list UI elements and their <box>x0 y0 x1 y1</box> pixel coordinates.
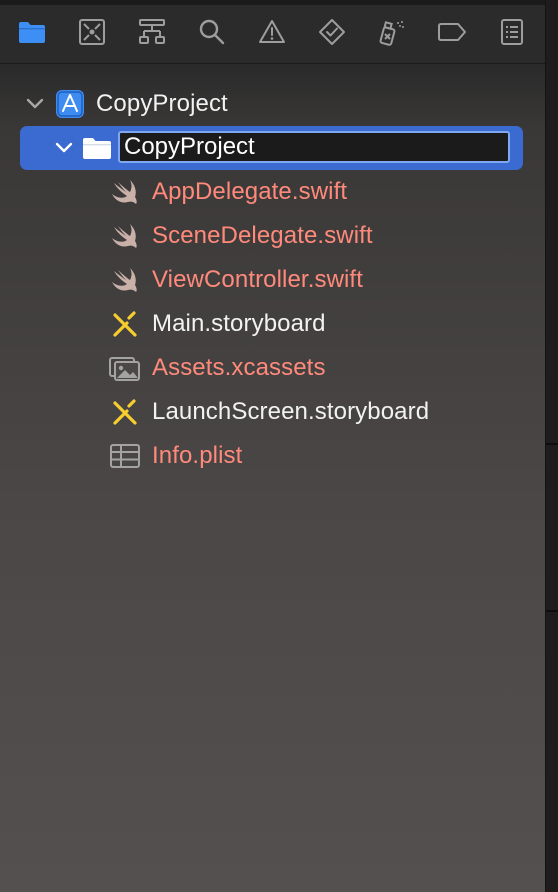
file-label: Main.storyboard <box>152 310 326 337</box>
xcode-project-icon <box>53 89 87 119</box>
file-row[interactable]: LaunchScreen.storyboard <box>0 393 546 431</box>
file-label: Info.plist <box>152 442 243 469</box>
swift-icon <box>109 177 143 207</box>
file-label: SceneDelegate.swift <box>152 222 373 249</box>
file-row[interactable]: Info.plist <box>0 437 546 475</box>
asset-catalog-icon <box>108 353 142 383</box>
file-label: Assets.xcassets <box>152 354 326 381</box>
chevron-down-icon[interactable] <box>23 92 47 116</box>
group-rename-field[interactable] <box>118 131 510 163</box>
xcode-window: CopyProject AppDelegate.swift <box>0 0 558 892</box>
editor-pane-edge <box>545 0 558 892</box>
file-row[interactable]: AppDelegate.swift <box>0 173 546 211</box>
file-row[interactable]: Main.storyboard <box>0 305 546 343</box>
chevron-down-icon[interactable] <box>52 136 76 160</box>
folder-icon <box>80 133 114 163</box>
file-row[interactable]: SceneDelegate.swift <box>0 217 546 255</box>
plist-table-icon <box>108 441 142 471</box>
file-label: ViewController.swift <box>152 266 363 293</box>
storyboard-icon <box>108 397 142 427</box>
project-name-label: CopyProject <box>96 90 228 117</box>
file-row[interactable]: Assets.xcassets <box>0 349 546 387</box>
file-label: AppDelegate.swift <box>152 178 348 205</box>
file-label: LaunchScreen.storyboard <box>152 398 430 425</box>
swift-icon <box>109 221 143 251</box>
storyboard-icon <box>108 309 142 339</box>
file-row[interactable]: ViewController.swift <box>0 261 546 299</box>
swift-icon <box>109 265 143 295</box>
project-row[interactable]: CopyProject <box>0 85 546 123</box>
project-navigator-tree: CopyProject AppDelegate.swift <box>0 0 546 892</box>
